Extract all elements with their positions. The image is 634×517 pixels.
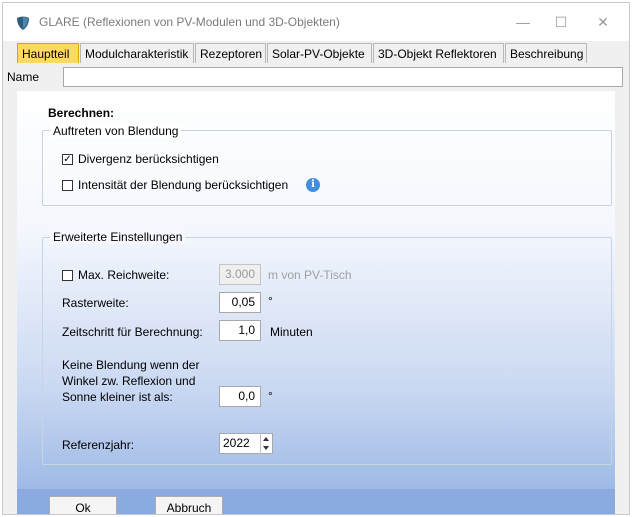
keine-blendung-label-line1: Keine Blendung wenn der	[62, 358, 200, 372]
zeitschritt-input[interactable]: 1,0	[219, 320, 261, 341]
group-title-erweitert: Erweiterte Einstellungen	[50, 230, 186, 244]
keine-blendung-unit: °	[268, 389, 273, 403]
rasterweite-input[interactable]: 0,05	[219, 292, 261, 313]
divergenz-label: Divergenz berücksichtigen	[78, 152, 219, 166]
cancel-button[interactable]: Abbruch	[155, 496, 223, 514]
max-reichweite-checkbox[interactable]	[62, 270, 73, 281]
referenzjahr-label: Referenzjahr:	[62, 438, 135, 452]
intensitaet-label: Intensität der Blendung berücksichtigen	[78, 178, 289, 192]
max-reichweite-unit: m von PV-Tisch	[268, 268, 352, 282]
keine-blendung-label-line2: Winkel zw. Reflexion und	[62, 374, 196, 388]
name-row: Name	[3, 65, 629, 89]
tab-hauptteil[interactable]: Hauptteil	[17, 43, 79, 63]
referenzjahr-spinner[interactable]	[260, 433, 272, 454]
minimize-button[interactable]: —	[503, 9, 543, 35]
title-bar: GLARE (Reflexionen von PV-Modulen und 3D…	[3, 3, 629, 41]
rasterweite-unit: °	[268, 294, 273, 308]
app-shield-icon	[17, 16, 29, 30]
tab-bar: Hauptteil Modulcharakteristik Rezeptoren…	[17, 41, 629, 65]
tab-solar-pv-objekte[interactable]: Solar-PV-Objekte	[267, 43, 372, 63]
maximize-button[interactable]: ☐	[541, 9, 581, 35]
rasterweite-label: Rasterweite:	[62, 296, 129, 310]
zeitschritt-label: Zeitschritt für Berechnung:	[62, 325, 203, 339]
group-auftreten-von-blendung	[42, 130, 612, 206]
name-label: Name	[7, 70, 40, 84]
keine-blendung-input[interactable]: 0,0	[219, 386, 261, 407]
tab-3d-objekt-reflektoren[interactable]: 3D-Objekt Reflektoren	[373, 43, 504, 63]
intensitaet-checkbox[interactable]	[62, 180, 73, 191]
max-reichweite-label: Max. Reichweite:	[78, 268, 170, 282]
berechnen-heading: Berechnen:	[48, 106, 115, 120]
info-icon[interactable]: i	[306, 178, 320, 192]
tab-rezeptoren[interactable]: Rezeptoren	[195, 43, 266, 63]
keine-blendung-label-line3: Sonne kleiner ist als:	[62, 390, 173, 404]
divergenz-checkbox[interactable]: ✓	[62, 154, 73, 165]
tab-beschreibung[interactable]: Beschreibung	[505, 43, 587, 63]
group-title-blendung: Auftreten von Blendung	[50, 124, 182, 138]
name-input[interactable]	[63, 67, 623, 87]
ok-button[interactable]: Ok	[49, 496, 117, 514]
close-button[interactable]: ✕	[583, 9, 623, 35]
footer-bar: Ok Abbruch	[17, 489, 615, 514]
window-title: GLARE (Reflexionen von PV-Modulen und 3D…	[39, 15, 340, 29]
zeitschritt-unit: Minuten	[270, 325, 313, 339]
left-margin	[3, 89, 17, 514]
tab-modulcharakteristik[interactable]: Modulcharakteristik	[80, 43, 194, 63]
spin-down-icon[interactable]	[263, 446, 269, 450]
spin-up-icon[interactable]	[263, 437, 269, 441]
max-reichweite-input[interactable]: 3.000	[219, 264, 261, 285]
